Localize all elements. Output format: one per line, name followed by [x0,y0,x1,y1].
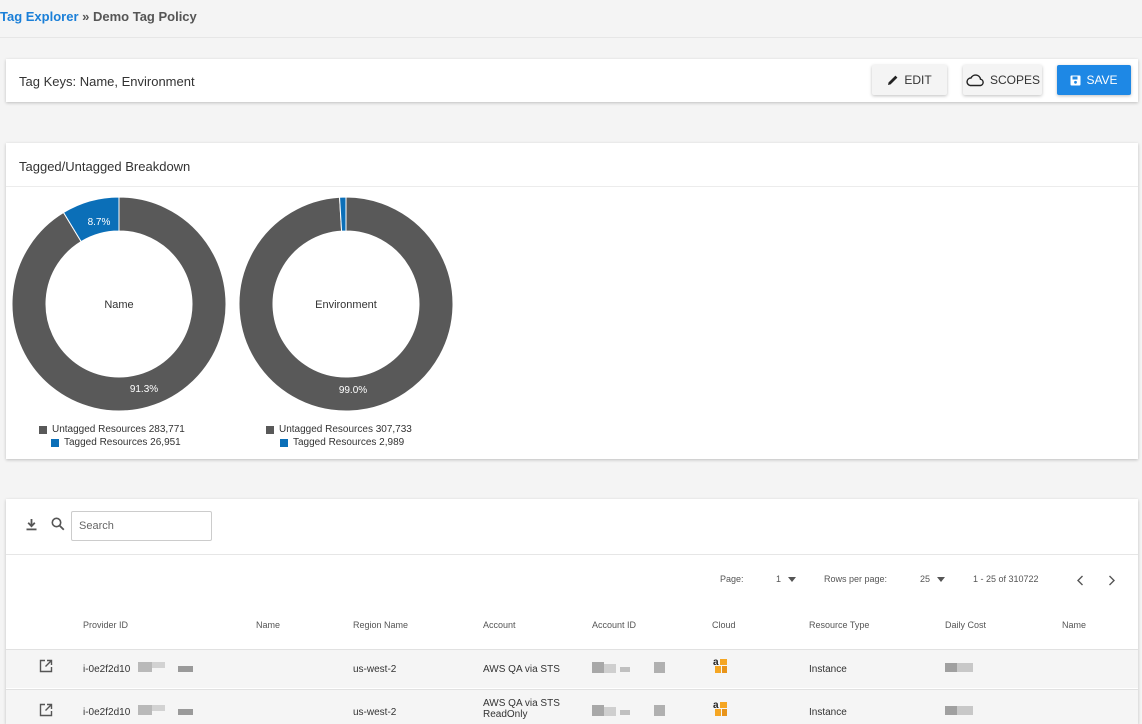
tagged-percent-label: 8.7% [88,217,111,228]
legend-untagged-label: Untagged Resources 283,771 [52,424,185,435]
cell-account-line2: ReadOnly [483,709,528,720]
chevron-down-icon [787,577,796,582]
redacted-provider-id [178,666,193,672]
untagged-percent-label: 91.3% [130,384,158,395]
redacted-daily-cost [945,706,957,715]
rows-per-page-label: Rows per page: [824,574,888,584]
legend-untagged: Untagged Resources 283,771 [39,423,185,436]
column-header-account[interactable]: Account [483,620,516,630]
page-select[interactable]: 1 [776,574,796,584]
legend-swatch-untagged [266,425,274,434]
legend-untagged-label: Untagged Resources 307,733 [279,424,412,435]
redacted-account-id [620,710,630,715]
edit-label: EDIT [904,73,932,87]
legend-swatch-tagged [51,438,59,447]
download-icon[interactable] [25,518,38,536]
rows-per-page-value: 25 [920,574,931,584]
legend-untagged: Untagged Resources 307,733 [266,423,412,436]
tag-breakdown-card: Tagged/Untagged Breakdown Name 8.7% 91.3… [6,143,1138,459]
cell-account-line1: AWS QA via STS [483,698,560,709]
scopes-button[interactable]: SCOPES [963,65,1042,95]
cloud-icon [965,73,985,87]
cell-region: us-west-2 [353,707,397,718]
chevron-left-icon[interactable] [1076,573,1085,591]
legend-tagged-label: Tagged Resources 26,951 [64,437,181,448]
pencil-icon [887,74,899,86]
edit-button[interactable]: EDIT [872,65,947,95]
open-external-icon[interactable] [39,659,53,678]
name-donut-svg: Name 8.7% 91.3% [11,196,227,412]
breadcrumb-tag-explorer-link[interactable]: Tag Explorer [0,9,79,24]
column-header-account-id[interactable]: Account ID [592,620,636,630]
save-label: SAVE [1086,73,1118,87]
name-donut-chart: Name 8.7% 91.3% [11,196,227,412]
environment-donut-chart: Environment 99.0% [238,196,454,412]
column-header-cloud[interactable]: Cloud [712,620,736,630]
aws-icon: a [713,700,727,716]
redacted-account-id [654,662,665,673]
redacted-daily-cost [957,706,973,715]
column-header-region-name[interactable]: Region Name [353,620,408,630]
donut-center-label: Name [104,299,133,311]
cell-account-line1: AWS QA via STS [483,664,560,675]
redacted-account-id [592,705,604,716]
environment-chart-legend: Untagged Resources 307,733 Tagged Resour… [266,423,412,449]
redacted-account-id [592,662,604,673]
search-input[interactable] [71,511,212,541]
redacted-provider-id [152,662,165,668]
page-select-value: 1 [776,574,782,584]
cell-region: us-west-2 [353,664,397,675]
chevron-down-icon [936,577,945,582]
page-label: Page: [720,574,744,584]
column-header-provider-id[interactable]: Provider ID [83,620,128,630]
column-header-name-2[interactable]: Name [1062,620,1086,630]
column-header-daily-cost[interactable]: Daily Cost [945,620,986,630]
breadcrumb-separator: » [78,9,93,24]
redacted-daily-cost [957,663,973,672]
rows-per-page-select[interactable]: 25 [920,574,945,584]
legend-swatch-untagged [39,425,47,434]
redacted-account-id [654,705,665,716]
resources-table-card: Page: 1 Rows per page: 25 1 - 25 of 3107… [6,499,1138,724]
open-external-icon[interactable] [39,703,53,722]
redacted-provider-id [178,709,193,715]
environment-donut-svg: Environment 99.0% [238,196,454,412]
cell-resource-type: Instance [809,707,847,718]
name-chart-legend: Untagged Resources 283,771 Tagged Resour… [39,423,185,449]
breadcrumb-current: Demo Tag Policy [92,9,197,24]
redacted-daily-cost [945,663,957,672]
redacted-provider-id [152,705,165,711]
page-range: 1 - 25 of 310722 [973,574,1039,584]
breakdown-divider [6,186,1138,187]
floppy-disk-icon [1070,75,1081,86]
donut-center-label: Environment [315,299,377,311]
search-icon[interactable] [51,517,65,536]
cell-provider-id: i-0e2f2d10 [83,707,131,718]
column-header-name[interactable]: Name [256,620,280,630]
breadcrumb: Tag Explorer » Demo Tag Policy [0,9,197,24]
legend-tagged-label: Tagged Resources 2,989 [293,437,405,448]
redacted-provider-id [138,705,152,715]
save-button[interactable]: SAVE [1057,65,1131,95]
untagged-percent-label: 99.0% [339,385,367,396]
cell-provider-id: i-0e2f2d10 [83,664,131,675]
legend-tagged: Tagged Resources 2,989 [266,436,412,449]
toolbar-divider [6,554,1138,555]
redacted-account-id [604,664,616,673]
redacted-account-id [604,707,616,716]
aws-icon: a [713,657,727,673]
chevron-right-icon[interactable] [1107,573,1116,591]
cell-resource-type: Instance [809,664,847,675]
legend-tagged: Tagged Resources 26,951 [39,436,185,449]
header-divider [0,37,1142,38]
tag-keys-card: Tag Keys: Name, Environment EDIT SCOPES … [6,59,1138,102]
tag-keys-title: Tag Keys: Name, Environment [19,74,195,89]
redacted-provider-id [138,662,152,672]
column-header-resource-type[interactable]: Resource Type [809,620,869,630]
breakdown-title: Tagged/Untagged Breakdown [19,159,191,174]
redacted-account-id [620,667,630,672]
scopes-label: SCOPES [989,73,1040,87]
legend-swatch-tagged [280,438,288,447]
